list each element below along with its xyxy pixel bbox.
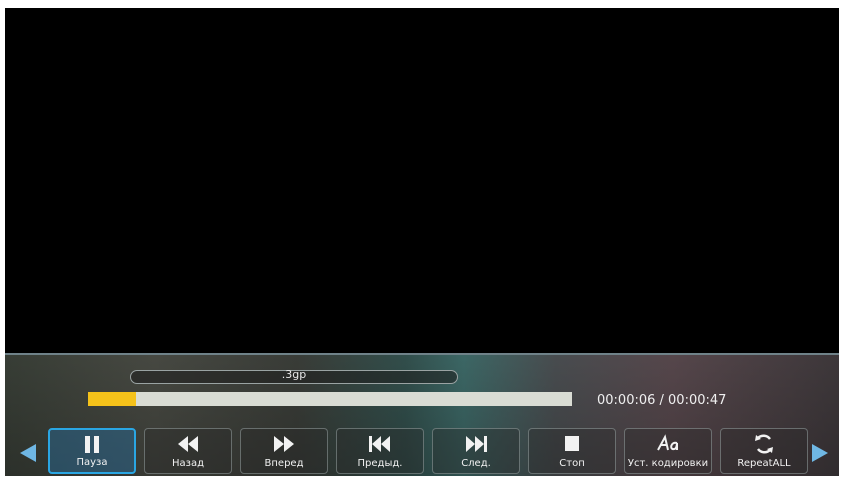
time-display: 00:00:06 / 00:00:47	[597, 393, 727, 408]
scroll-left-arrow-icon[interactable]	[20, 444, 36, 462]
previous-track-icon	[337, 434, 423, 454]
progress-bar[interactable]	[88, 392, 572, 406]
previous-button[interactable]: Предыд.	[336, 428, 424, 474]
encoding-aa-icon	[625, 434, 711, 454]
scroll-right-arrow-icon[interactable]	[812, 444, 828, 462]
repeat-label: RepeatALL	[737, 458, 791, 469]
pause-icon	[50, 435, 134, 455]
progress-fill	[88, 392, 137, 406]
repeat-icon	[721, 434, 807, 454]
rewind-button[interactable]: Назад	[144, 428, 232, 474]
stop-label: Стоп	[559, 458, 585, 469]
fast-forward-icon	[241, 434, 327, 454]
pause-button[interactable]: Пауза	[48, 428, 136, 474]
stop-icon	[529, 434, 615, 454]
rewind-label: Назад	[171, 458, 204, 469]
playback-control-panel: .3gp 00:00:06 / 00:00:47 Пауза Назад Впе…	[5, 353, 839, 476]
tv-screen: .3gp 00:00:06 / 00:00:47 Пауза Назад Впе…	[5, 8, 839, 476]
fast-forward-button[interactable]: Вперед	[240, 428, 328, 474]
pause-label: Пауза	[76, 457, 108, 468]
stop-button[interactable]: Стоп	[528, 428, 616, 474]
previous-label: Предыд.	[357, 458, 403, 469]
fast-forward-label: Вперед	[264, 458, 304, 469]
next-track-icon	[433, 434, 519, 454]
repeat-button[interactable]: RepeatALL	[720, 428, 808, 474]
next-button[interactable]: След.	[432, 428, 520, 474]
filename-bar: .3gp	[130, 368, 458, 384]
next-label: След.	[461, 458, 491, 469]
encoding-button[interactable]: Уст. кодировки	[624, 428, 712, 474]
filename-label: .3gp	[281, 368, 307, 381]
rewind-icon	[145, 434, 231, 454]
video-area	[5, 8, 839, 353]
encoding-label: Уст. кодировки	[627, 458, 709, 469]
